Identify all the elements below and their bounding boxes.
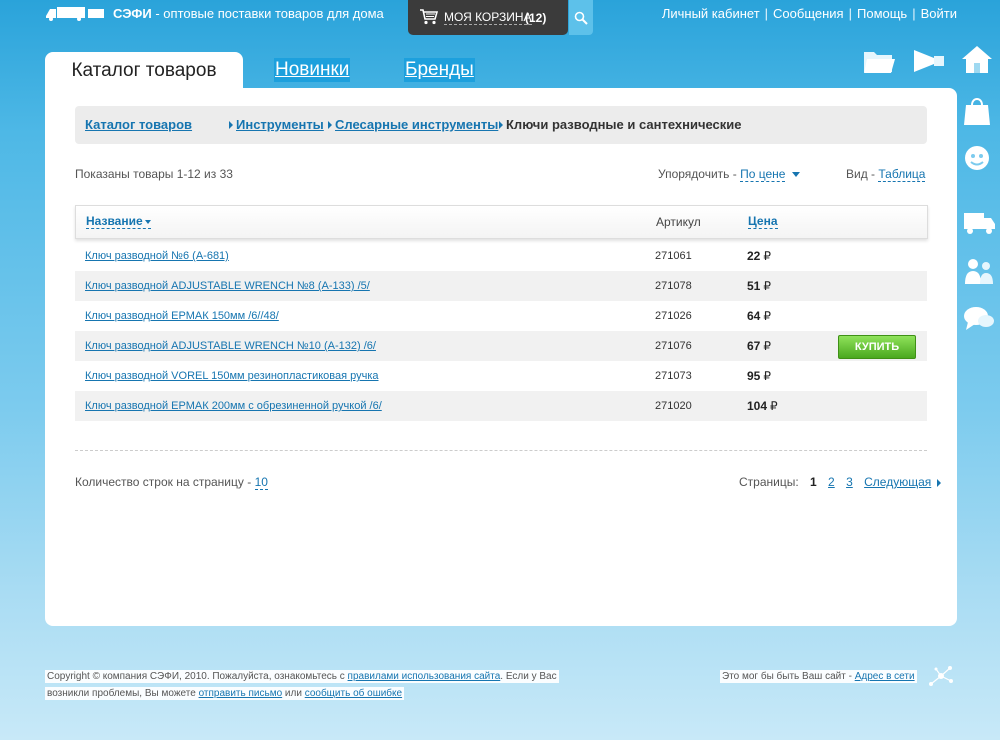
breadcrumb-tools[interactable]: Инструменты (236, 117, 324, 132)
breadcrumb: Каталог товаров Инструменты Слесарные ин… (75, 106, 927, 144)
product-article: 271061 (655, 250, 692, 262)
sort-by-name-header[interactable]: Название (86, 215, 151, 229)
divider (75, 450, 927, 451)
web-address-link[interactable]: Адрес в сети (855, 671, 915, 682)
footer-copyright: Copyright © компания СЭФИ, 2010. Пожалуй… (45, 670, 559, 700)
product-link[interactable]: Ключ разводной ЕРМАК 150мм /6//48/ (85, 310, 279, 322)
product-price: 104 ₽ (747, 399, 778, 413)
article-header: Артикул (656, 215, 701, 229)
catalog-panel: Каталог товаров Инструменты Слесарные ин… (45, 88, 957, 626)
brand-name: СЭФИ (113, 6, 152, 21)
folder-icon[interactable] (862, 46, 896, 76)
copyright-text: Copyright © компания СЭФИ, 2010. Пожалуй… (47, 671, 345, 682)
truck-logo-icon (46, 7, 104, 21)
chat-bubbles-icon[interactable] (962, 304, 996, 334)
menu-login[interactable]: Войти (921, 6, 957, 21)
next-arrow-icon[interactable] (937, 478, 942, 487)
people-icon[interactable] (962, 256, 996, 286)
shown-count: Показаны товары 1-12 из 33 (75, 167, 233, 181)
sort-arrow-icon (144, 219, 151, 224)
user-menu: Личный кабинет | Сообщения | Помощь | Войти (661, 6, 957, 21)
brand-text[interactable]: СЭФИ - оптовые поставки товаров для дома (113, 6, 384, 21)
menu-help[interactable]: Помощь (857, 6, 907, 21)
rows-per-page-dropdown[interactable]: 10 (254, 475, 268, 490)
page-current: 1 (810, 475, 817, 489)
delivery-truck-icon[interactable] (962, 207, 996, 237)
breadcrumb-arrow-icon (229, 121, 233, 129)
pages-label: Страницы: (739, 475, 799, 489)
next-page-link[interactable]: Следующая (864, 475, 931, 489)
megaphone-icon[interactable] (912, 46, 946, 76)
page-link-3[interactable]: 3 (846, 475, 853, 489)
send-letter-link[interactable]: отправить письмо (199, 688, 283, 699)
menu-messages[interactable]: Сообщения (773, 6, 844, 21)
sort-control: Упорядочить - По цене (658, 167, 801, 182)
cart-label: МОЯ КОРЗИНА (444, 10, 532, 25)
product-article: 271076 (655, 340, 692, 352)
product-link[interactable]: Ключ разводной ADJUSTABLE WRENCH №10 (А-… (85, 340, 376, 352)
product-article: 271020 (655, 400, 692, 412)
product-article: 271078 (655, 280, 692, 292)
product-link[interactable]: Ключ разводной ЕРМАК 200мм с обрезиненно… (85, 400, 382, 412)
report-error-link[interactable]: сообщить об ошибке (305, 688, 402, 699)
product-price: 64 ₽ (747, 309, 771, 323)
rows-per-page-label: Количество строк на страницу - (75, 475, 252, 489)
product-price: 51 ₽ (747, 279, 771, 293)
footer-promo: Это мог бы быть Ваш сайт - Адрес в сети (720, 668, 917, 685)
chevron-down-icon[interactable] (792, 172, 801, 178)
product-price: 67 ₽ (747, 339, 771, 353)
page-link-2[interactable]: 2 (828, 475, 835, 489)
tab-new[interactable]: Новинки (274, 58, 351, 82)
product-link[interactable]: Ключ разводной ADJUSTABLE WRENCH №8 (А-1… (85, 280, 370, 292)
table-header: Название Артикул Цена (75, 205, 928, 239)
cart-count: (12) (525, 11, 547, 25)
product-article: 271073 (655, 370, 692, 382)
pagination: Страницы: 1 2 3 Следующая (739, 475, 942, 489)
table-row: Ключ разводной ЕРМАК 150мм /6//48/ 27102… (75, 301, 927, 331)
rows-per-page: Количество строк на страницу - 10 (75, 475, 268, 490)
network-icon (929, 666, 953, 686)
breadcrumb-catalog[interactable]: Каталог товаров (85, 117, 192, 132)
rules-link[interactable]: правилами использования сайта (348, 671, 501, 682)
product-price: 22 ₽ (747, 249, 771, 263)
top-bar: СЭФИ - оптовые поставки товаров для дома… (0, 0, 1000, 35)
view-label: Вид - (846, 167, 876, 181)
search-icon (574, 11, 588, 25)
brand-tagline: - оптовые поставки товаров для дома (155, 6, 384, 21)
breadcrumb-arrow-icon (328, 121, 332, 129)
product-link[interactable]: Ключ разводной №6 (А-681) (85, 250, 229, 262)
buy-button[interactable]: КУПИТЬ (838, 335, 916, 359)
table-row: Ключ разводной VOREL 150мм резинопластик… (75, 361, 927, 391)
tab-catalog[interactable]: Каталог товаров (45, 52, 243, 90)
view-toggle[interactable]: Таблица (878, 167, 926, 182)
table-row: Ключ разводной ЕРМАК 200мм с обрезиненно… (75, 391, 927, 421)
tab-brands[interactable]: Бренды (404, 58, 475, 82)
breadcrumb-plumbing-tools[interactable]: Слесарные инструменты (335, 117, 498, 132)
product-link[interactable]: Ключ разводной VOREL 150мм резинопластик… (85, 370, 379, 382)
promo-text: Это мог бы быть Ваш сайт - (722, 671, 852, 682)
sort-by-price-header[interactable]: Цена (748, 215, 778, 229)
breadcrumb-current: Ключи разводные и сантехнические (506, 117, 742, 132)
sort-label: Упорядочить - (658, 167, 737, 181)
support-headset-icon[interactable] (962, 143, 996, 173)
product-article: 271026 (655, 310, 692, 322)
table-row: Ключ разводной ADJUSTABLE WRENCH №10 (А-… (75, 331, 927, 361)
home-icon[interactable] (960, 44, 994, 74)
table-row: Ключ разводной ADJUSTABLE WRENCH №8 (А-1… (75, 271, 927, 301)
shopping-bag-icon[interactable] (962, 96, 996, 126)
cart-button[interactable]: МОЯ КОРЗИНА (12) (408, 0, 568, 35)
search-button[interactable] (569, 0, 593, 35)
menu-account[interactable]: Личный кабинет (662, 6, 760, 21)
view-control: Вид - Таблица (846, 167, 926, 182)
sort-dropdown[interactable]: По цене (740, 167, 786, 182)
product-price: 95 ₽ (747, 369, 771, 383)
table-row: Ключ разводной №6 (А-681) 271061 22 ₽ (75, 241, 927, 271)
breadcrumb-arrow-icon (499, 121, 503, 129)
cart-icon (420, 9, 438, 25)
